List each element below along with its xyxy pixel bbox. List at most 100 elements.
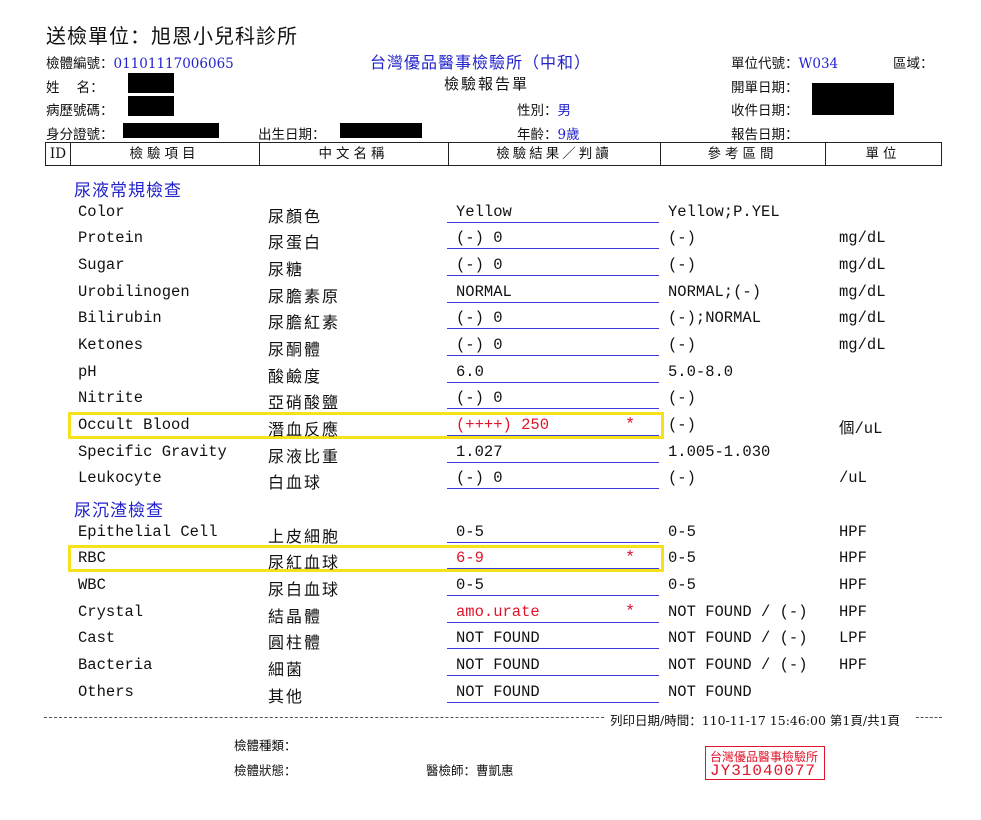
result-underline [447, 355, 659, 356]
test-unit: HPF [839, 656, 867, 674]
test-chinese-name: 尿膽紅素 [268, 313, 341, 332]
receive-date-label: 收件日期： [731, 103, 799, 119]
col-item: 檢驗項目 [70, 143, 260, 165]
test-item-name: Occult Blood [78, 416, 190, 434]
test-item-name: pH [78, 363, 97, 381]
result-underline [447, 248, 659, 249]
test-unit: HPF [839, 549, 867, 567]
age: 年齡：9歲 [517, 123, 580, 143]
test-item-name: RBC [78, 549, 106, 567]
lab-name: 台灣優品醫事檢驗所（中和） [370, 53, 592, 72]
seal-line-2: JY31040077 [710, 762, 817, 780]
result-underline [447, 302, 659, 303]
col-reference: 參考區間 [660, 143, 826, 165]
result-underline [447, 702, 659, 703]
result-underline [447, 675, 659, 676]
redaction-block [128, 73, 174, 93]
test-unit: LPF [839, 629, 867, 647]
specimen-no: 檢體編號：01101117006065 [46, 52, 234, 72]
test-item-name: Specific Gravity [78, 443, 227, 461]
test-unit: mg/dL [839, 336, 886, 354]
age-value: 9歲 [557, 127, 580, 143]
reference-range: (-) [668, 469, 696, 487]
test-item-name: Cast [78, 629, 116, 647]
test-result: 0-5 [456, 523, 484, 541]
lab-seal-stamp: 台灣優品醫事檢驗所 JY31040077 [705, 746, 825, 780]
footer-divider [44, 717, 604, 718]
report-date-label: 報告日期： [731, 127, 799, 143]
test-unit: 個/uL [839, 420, 883, 438]
test-result: amo.urate [456, 603, 540, 621]
reference-range: NOT FOUND / (-) [668, 629, 808, 647]
unit-code: 單位代號：W034 [731, 52, 838, 72]
reference-range: (-) [668, 416, 696, 434]
reference-range: (-) [668, 389, 696, 407]
test-unit: mg/dL [839, 283, 886, 301]
test-item-name: Sugar [78, 256, 125, 274]
col-name-zh: 中文名稱 [259, 143, 449, 165]
col-unit: 單位 [865, 146, 901, 162]
col-id: ID [46, 143, 71, 165]
test-chinese-name: 尿糖 [268, 260, 305, 279]
technician: 醫檢師：曹凱惠 [426, 763, 514, 778]
test-item-name: Urobilinogen [78, 283, 190, 301]
sex-label: 性別： [517, 103, 558, 119]
redaction-block [340, 123, 422, 138]
specimen-state-label: 檢體狀態： [234, 763, 297, 778]
reference-range: (-) [668, 229, 696, 247]
sex: 性別：男 [517, 99, 571, 119]
result-underline [447, 488, 659, 489]
test-item-name: Nitrite [78, 389, 144, 407]
print-info: 列印日期/時間：110-11-17 15:46:00 第1頁/共1頁 [610, 713, 901, 728]
test-chinese-name: 結晶體 [268, 607, 323, 626]
test-result: NOT FOUND [456, 656, 540, 674]
test-result: NOT FOUND [456, 629, 540, 647]
sender-unit-title: 送檢單位：旭恩小兒科診所 [46, 24, 298, 48]
test-unit: mg/dL [839, 256, 886, 274]
test-chinese-name: 尿顏色 [268, 207, 323, 226]
result-underline [447, 328, 659, 329]
test-unit: mg/dL [839, 229, 886, 247]
test-item-name: Epithelial Cell [78, 523, 218, 541]
test-chinese-name: 上皮細胞 [268, 527, 341, 546]
test-item-name: Bacteria [78, 656, 153, 674]
test-chinese-name: 細菌 [268, 660, 305, 679]
abnormal-flag: * [625, 416, 636, 435]
test-result: (-) 0 [456, 469, 503, 487]
test-result: (-) 0 [456, 229, 503, 247]
test-chinese-name: 尿白血球 [268, 580, 341, 599]
reference-range: 0-5 [668, 523, 696, 541]
result-underline [447, 568, 659, 569]
result-underline [447, 275, 659, 276]
test-result: (-) 0 [456, 336, 503, 354]
result-underline [447, 408, 659, 409]
test-result: NORMAL [456, 283, 512, 301]
test-item-name: Leukocyte [78, 469, 162, 487]
test-chinese-name: 尿蛋白 [268, 233, 323, 252]
open-date-label: 開單日期： [731, 80, 799, 96]
section-urine-routine: 尿液常規檢查 [74, 181, 182, 201]
birth-label: 出生日期： [258, 127, 326, 143]
test-chinese-name: 亞硝酸鹽 [268, 393, 341, 412]
test-result: 6.0 [456, 363, 484, 381]
area-label: 區域： [893, 56, 934, 72]
reference-range: 5.0-8.0 [668, 363, 734, 381]
test-chinese-name: 尿酮體 [268, 340, 323, 359]
reference-range: 0-5 [668, 549, 696, 567]
name-label: 姓 名： [46, 80, 104, 96]
reference-range: 1.005-1.030 [668, 443, 771, 461]
test-result: (++++) 250 [456, 416, 550, 434]
test-unit: HPF [839, 603, 867, 621]
report-title: 檢驗報告單 [444, 75, 530, 93]
reference-range: (-);NORMAL [668, 309, 762, 327]
sex-value: 男 [557, 103, 572, 119]
test-result: 6-9 [456, 549, 484, 567]
abnormal-flag: * [625, 549, 636, 568]
reference-range: NORMAL;(-) [668, 283, 762, 301]
test-result: (-) 0 [456, 389, 503, 407]
test-result: (-) 0 [456, 309, 503, 327]
specimen-type-label: 檢體種類： [234, 738, 297, 753]
result-underline [447, 462, 659, 463]
test-item-name: Color [78, 203, 125, 221]
result-underline [447, 648, 659, 649]
